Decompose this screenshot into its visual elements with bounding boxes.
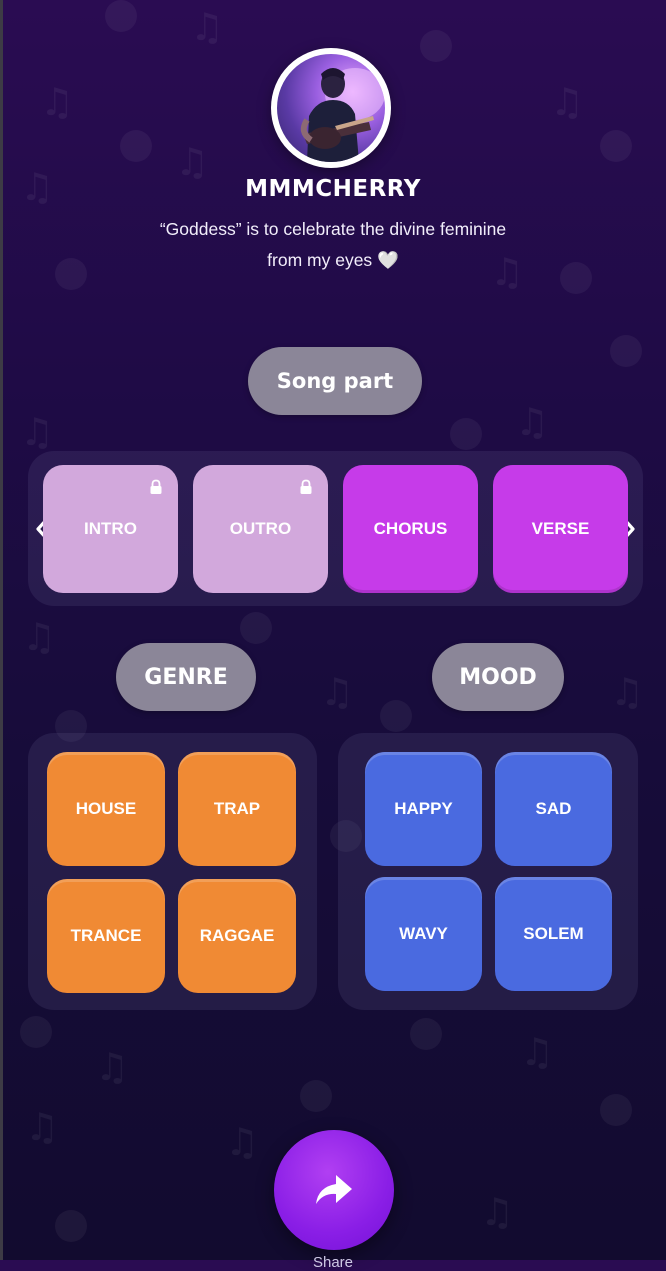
song-part-outro[interactable]: OUTRO	[193, 465, 328, 593]
mood-wavy[interactable]: WAVY	[365, 877, 482, 991]
song-part-outro-label: OUTRO	[229, 519, 292, 538]
lock-icon	[150, 479, 162, 494]
genre-trance-label: TRANCE	[70, 926, 142, 945]
genre-label: GENRE	[144, 664, 228, 690]
mood-solem[interactable]: SOLEM	[495, 877, 612, 991]
song-part-label: Song part	[276, 369, 394, 393]
genre-house[interactable]: HOUSE	[47, 752, 165, 866]
avatar-photo	[277, 54, 385, 162]
artist-name: MMMCHERRY	[245, 176, 421, 202]
genre-house-label: HOUSE	[75, 799, 137, 818]
artist-avatar[interactable]	[271, 48, 391, 168]
genre-raggae[interactable]: RAGGAE	[178, 879, 296, 993]
mood-label: MOOD	[459, 664, 537, 690]
song-part-intro[interactable]: INTRO	[43, 465, 178, 593]
mood-sad[interactable]: SAD	[495, 752, 612, 866]
share-label: Share	[312, 1254, 354, 1271]
mood-solem-label: SOLEM	[523, 924, 584, 943]
mood-sad-label: SAD	[535, 799, 572, 818]
song-part-verse-label: VERSE	[531, 519, 590, 538]
song-part-heading: Song part	[248, 347, 422, 415]
song-part-verse[interactable]: VERSE	[493, 465, 628, 593]
share-button[interactable]	[274, 1130, 394, 1250]
song-part-chorus[interactable]: CHORUS	[343, 465, 478, 593]
genre-trap[interactable]: TRAP	[178, 752, 296, 866]
share-arrow-icon	[316, 1175, 352, 1204]
artist-bio: “Goddess” is to celebrate the divine fem…	[159, 219, 507, 270]
lock-icon	[300, 479, 312, 494]
mood-heading: MOOD	[432, 643, 564, 711]
genre-trap-label: TRAP	[213, 799, 261, 818]
mood-wavy-label: WAVY	[399, 924, 448, 943]
mood-happy[interactable]: HAPPY	[365, 752, 482, 866]
song-part-chorus-label: CHORUS	[373, 519, 448, 538]
song-part-intro-label: INTRO	[84, 519, 137, 538]
genre-heading: GENRE	[116, 643, 256, 711]
genre-raggae-label: RAGGAE	[199, 926, 275, 945]
genre-trance[interactable]: TRANCE	[47, 879, 165, 993]
mood-happy-label: HAPPY	[394, 799, 453, 818]
